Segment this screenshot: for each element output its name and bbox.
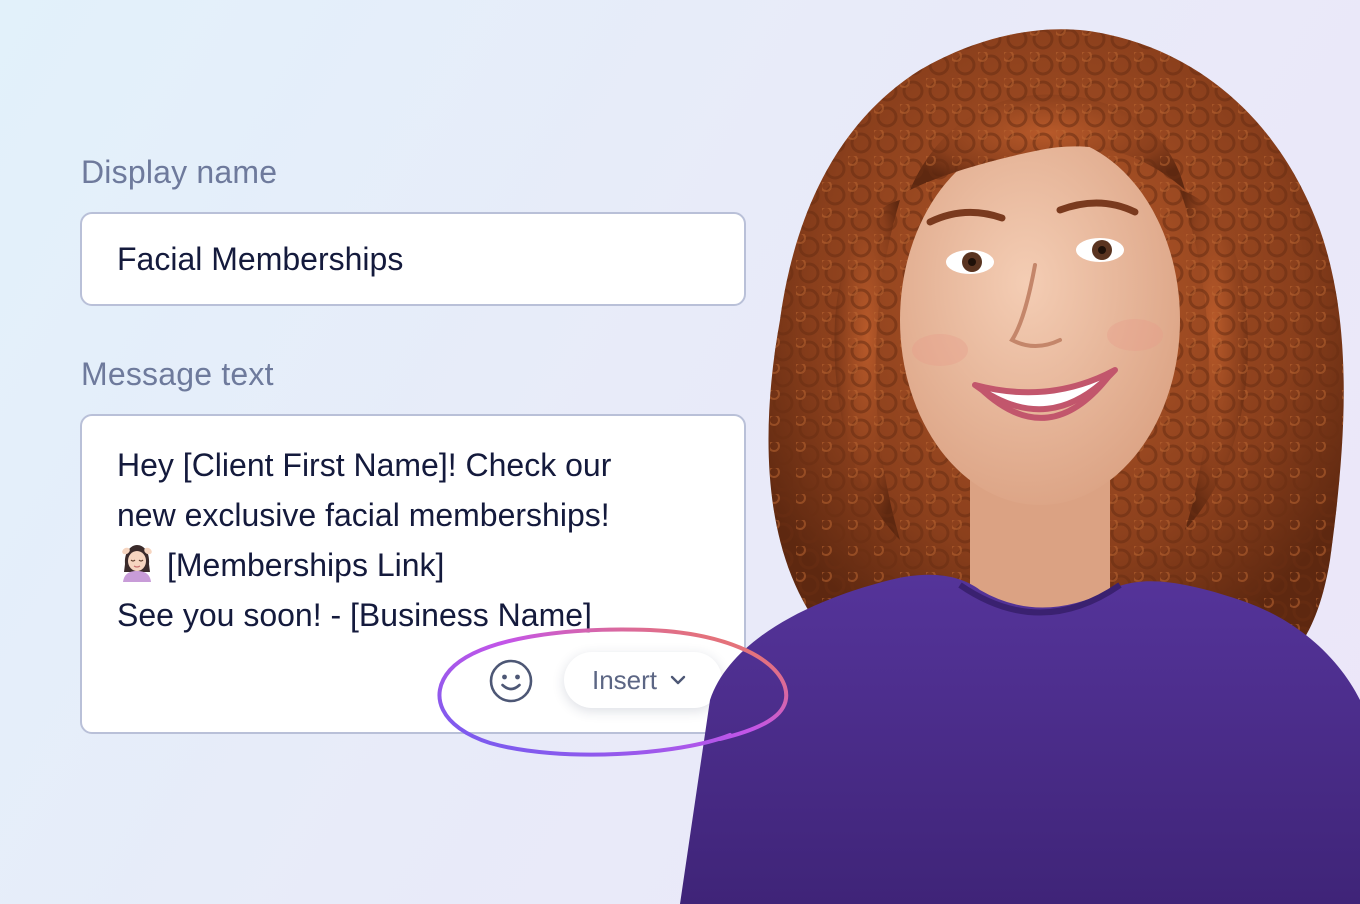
display-name-label: Display name	[81, 154, 278, 190]
display-name-value: Facial Memberships	[117, 240, 404, 277]
message-text-label: Message text	[81, 356, 274, 392]
smiley-icon[interactable]	[488, 658, 534, 704]
message-line-1: Hey [Client First Name]! Check our	[117, 447, 612, 483]
message-line-2: new exclusive facial memberships!	[117, 497, 610, 533]
portrait-photo	[680, 29, 1360, 904]
person-getting-facial-emoji-icon	[122, 545, 152, 582]
message-line-3: [Memberships Link]	[117, 540, 714, 590]
message-line-4: See you soon! - [Business Name]	[117, 597, 592, 633]
message-line-3-text: [Memberships Link]	[167, 547, 445, 583]
